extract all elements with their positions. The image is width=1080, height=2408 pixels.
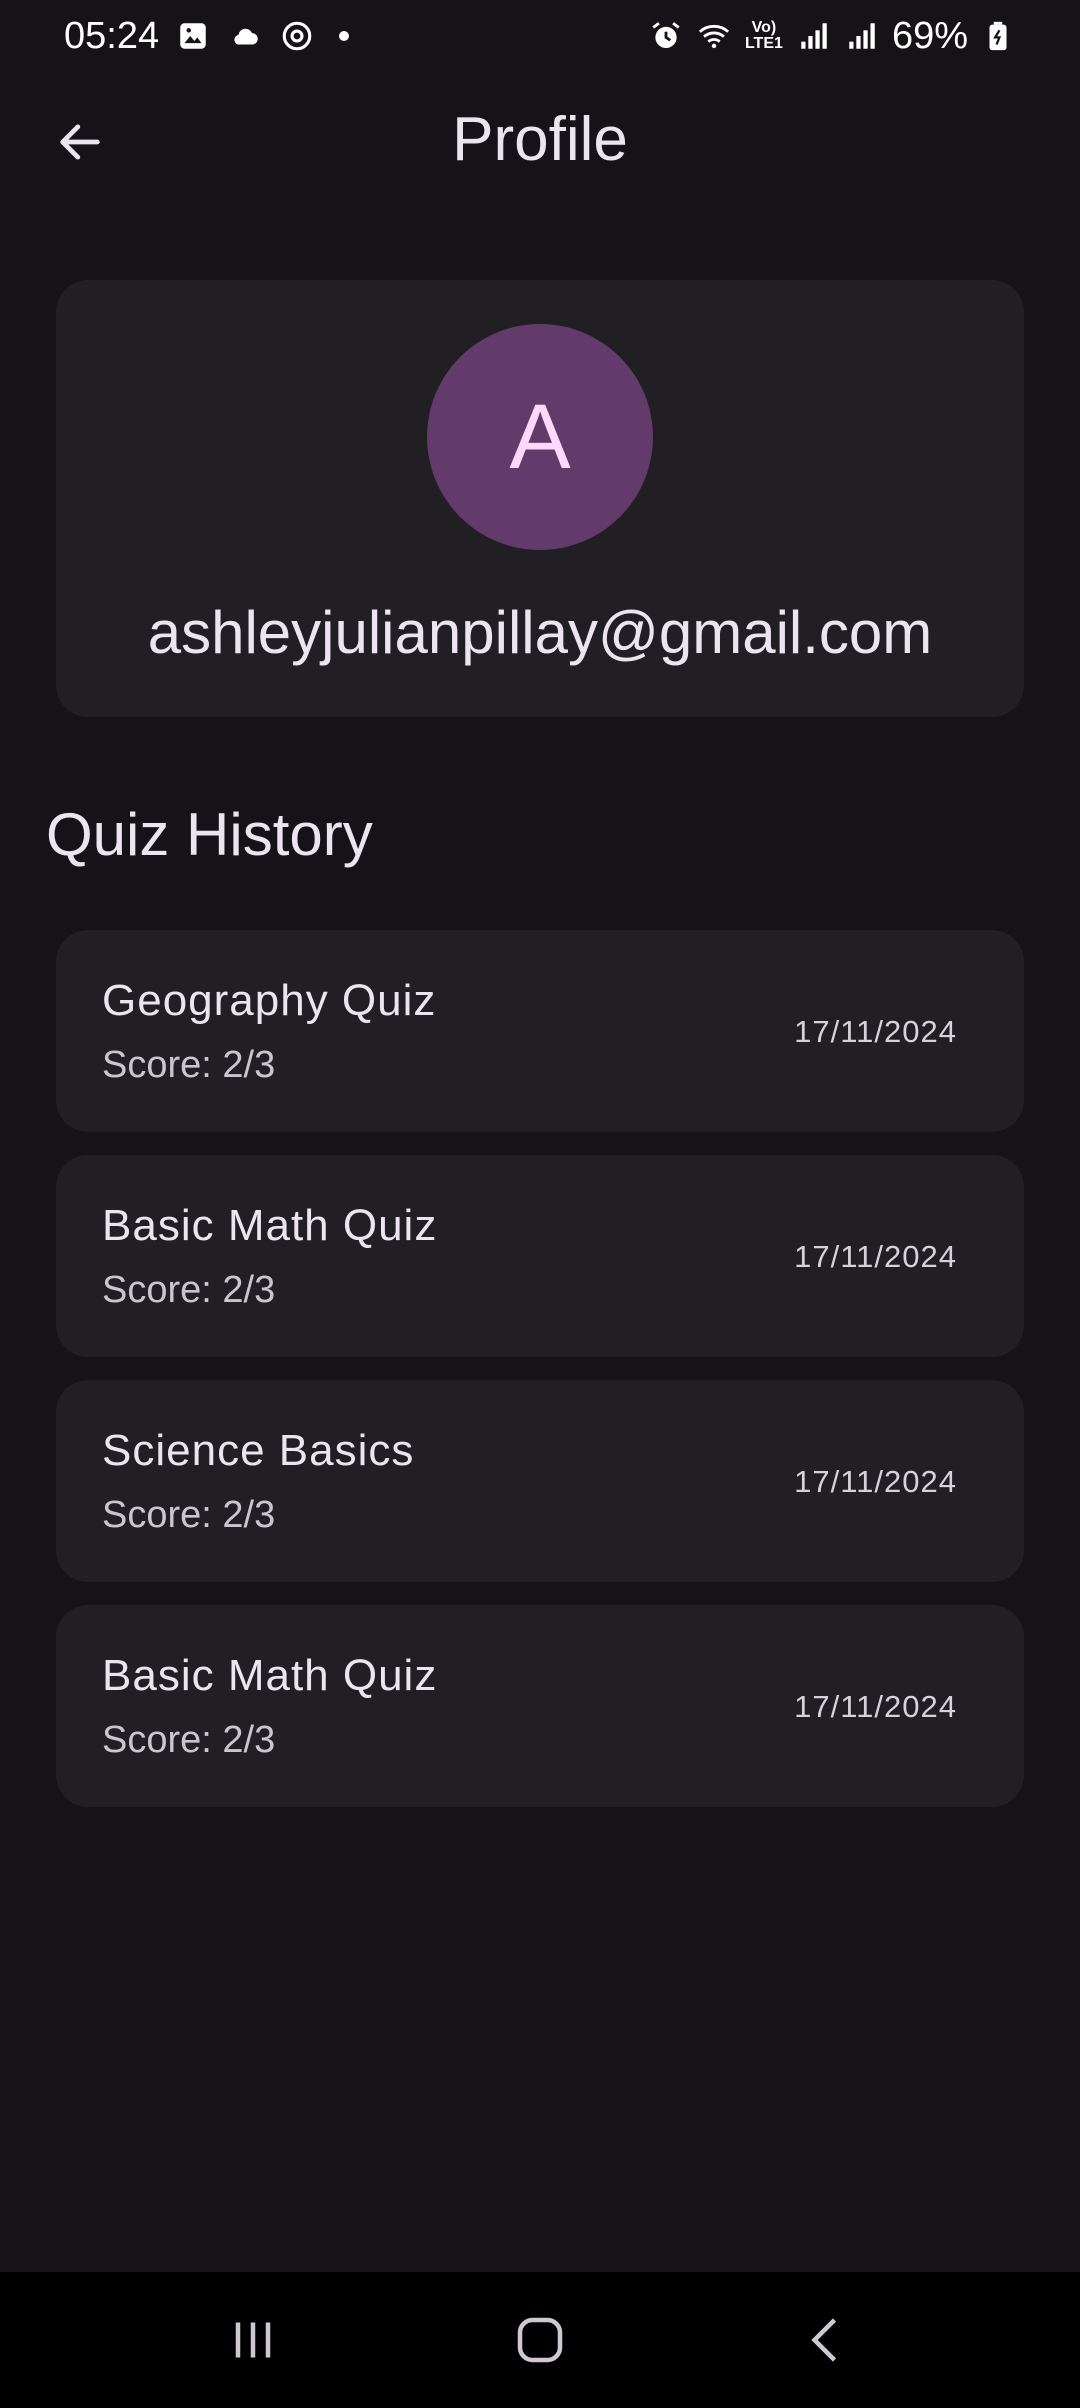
profile-screen: 05:24 Vo) LTE1 69% Profile A ashleyjulia…: [0, 0, 1080, 2408]
system-nav-bar: [0, 2272, 1080, 2408]
status-right: Vo) LTE1 69%: [648, 15, 1016, 58]
profile-email: ashleyjulianpillay@gmail.com: [147, 599, 933, 666]
quiz-name: Science Basics: [102, 1426, 415, 1475]
quiz-history-item[interactable]: Geography Quiz Score: 2/3 17/11/2024: [56, 930, 1024, 1132]
dot-icon: [339, 31, 350, 41]
quiz-score: Score: 2/3: [102, 1494, 276, 1536]
sync-icon: [279, 18, 315, 54]
quiz-history-title: Quiz History: [46, 801, 373, 868]
battery-percent: 69%: [891, 14, 968, 57]
quiz-score: Score: 2/3: [102, 1719, 276, 1761]
lte-icon: Vo) LTE1: [744, 19, 783, 52]
quiz-date: 17/11/2024: [794, 1464, 957, 1499]
status-bar: 05:24 Vo) LTE1 69%: [0, 0, 1080, 72]
quiz-name: Basic Math Quiz: [102, 1651, 438, 1700]
quiz-history-list: Geography Quiz Score: 2/3 17/11/2024 Bas…: [56, 930, 1024, 1830]
quiz-score: Score: 2/3: [102, 1269, 276, 1311]
quiz-score: Score: 2/3: [102, 1044, 276, 1086]
status-left: 05:24: [64, 14, 350, 58]
nav-back-button[interactable]: [767, 2280, 887, 2400]
avatar: A: [427, 324, 653, 550]
back-icon: [810, 2318, 836, 2362]
recents-button[interactable]: [193, 2280, 313, 2400]
page-title: Profile: [452, 105, 628, 174]
wifi-icon: [696, 18, 732, 54]
signal-icon: [796, 18, 832, 54]
app-bar: Profile: [0, 72, 1080, 212]
quiz-date: 17/11/2024: [794, 1689, 957, 1724]
quiz-date: 17/11/2024: [794, 1014, 957, 1049]
quiz-name: Geography Quiz: [102, 976, 437, 1025]
home-button[interactable]: [480, 2280, 600, 2400]
quiz-date: 17/11/2024: [794, 1239, 957, 1274]
status-time: 05:24: [64, 14, 160, 57]
cloud-icon: [227, 18, 263, 54]
quiz-name: Basic Math Quiz: [102, 1201, 438, 1250]
quiz-history-item[interactable]: Science Basics Score: 2/3 17/11/2024: [56, 1380, 1024, 1582]
battery-icon: [980, 18, 1016, 54]
home-icon: [517, 2317, 563, 2363]
gallery-icon: [175, 18, 211, 54]
quiz-history-item[interactable]: Basic Math Quiz Score: 2/3 17/11/2024: [56, 1605, 1024, 1807]
recents-icon: [236, 2322, 271, 2358]
quiz-history-item[interactable]: Basic Math Quiz Score: 2/3 17/11/2024: [56, 1155, 1024, 1357]
profile-card: A ashleyjulianpillay@gmail.com: [56, 280, 1024, 717]
alarm-icon: [648, 18, 684, 54]
signal-icon: [844, 18, 880, 54]
